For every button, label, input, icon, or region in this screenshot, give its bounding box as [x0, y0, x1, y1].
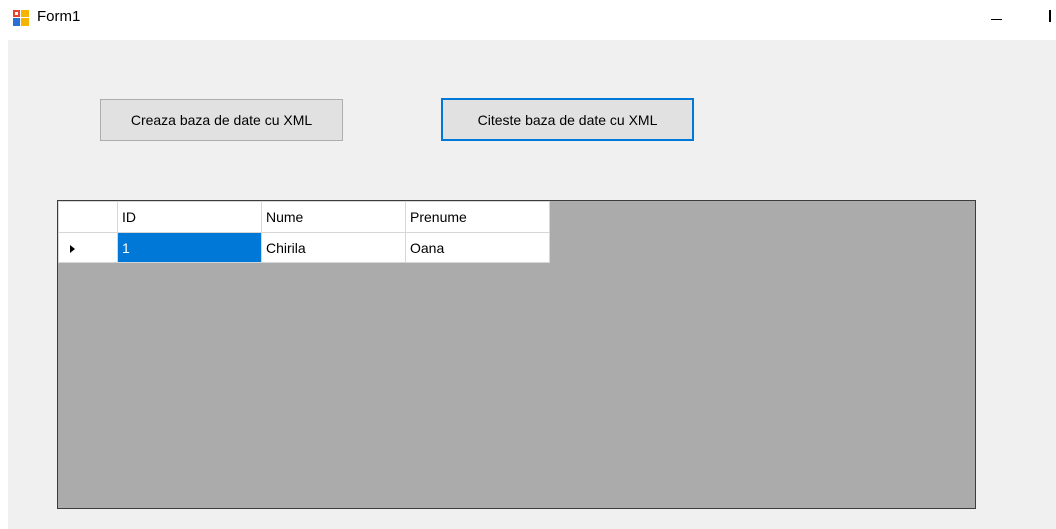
title-bar[interactable]: Form1 [0, 0, 1056, 40]
cell-id[interactable]: 1 [117, 232, 262, 263]
data-grid[interactable]: ID Nume Prenume 1 Chirila Oana [57, 200, 976, 509]
current-row-arrow-icon [70, 244, 75, 253]
read-database-button[interactable]: Citeste baza de date cu XML [441, 98, 694, 141]
grid-corner-header[interactable] [58, 201, 118, 233]
table-row[interactable]: 1 Chirila Oana [58, 232, 550, 263]
column-header-prenume[interactable]: Prenume [405, 201, 550, 233]
column-header-nume[interactable]: Nume [261, 201, 406, 233]
maximize-button[interactable] [1040, 0, 1056, 34]
column-header-id[interactable]: ID [117, 201, 262, 233]
cell-prenume[interactable]: Oana [405, 232, 550, 263]
minimize-button[interactable] [975, 0, 1021, 34]
window-title: Form1 [37, 8, 81, 25]
cell-nume[interactable]: Chirila [261, 232, 406, 263]
grid-header-row: ID Nume Prenume [58, 201, 550, 233]
app-icon [13, 10, 29, 26]
minimize-icon [991, 19, 1002, 20]
grid-table: ID Nume Prenume 1 Chirila Oana [58, 201, 550, 263]
maximize-icon [1049, 10, 1051, 22]
row-header[interactable] [58, 232, 118, 263]
create-database-button[interactable]: Creaza baza de date cu XML [100, 99, 343, 141]
